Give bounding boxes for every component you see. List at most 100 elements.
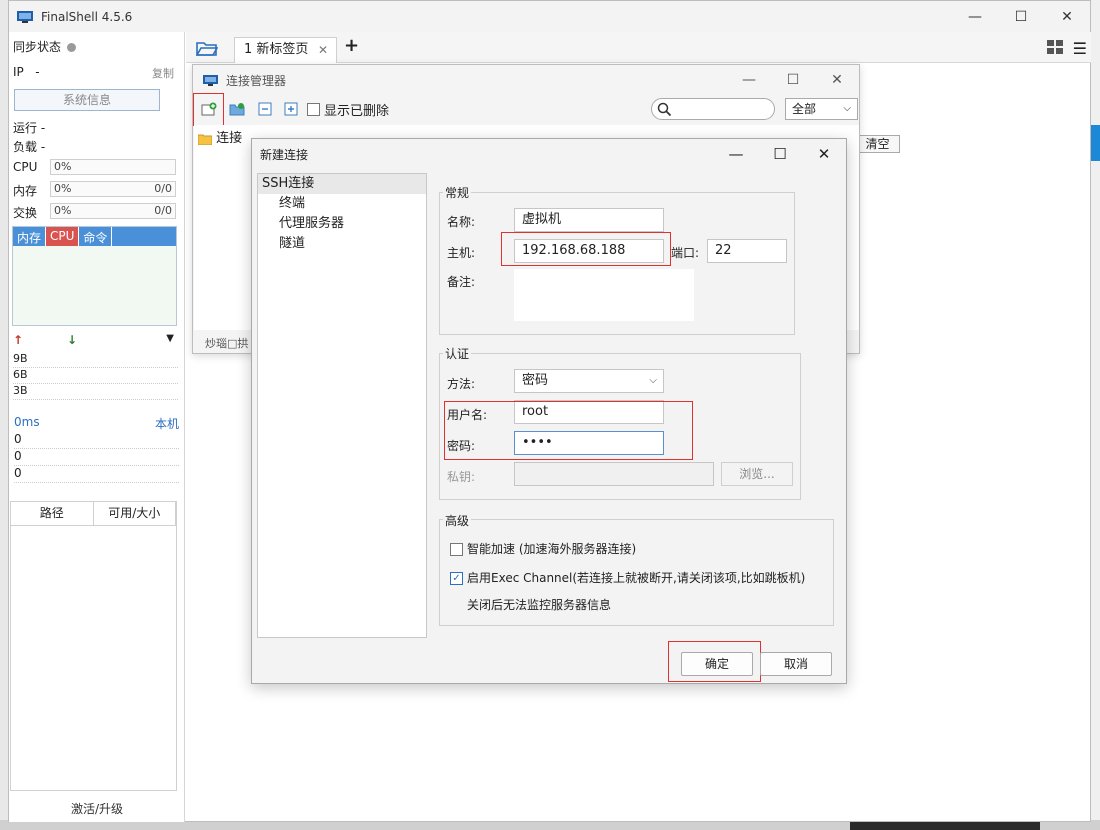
port-input[interactable]: 22: [707, 239, 787, 263]
tree-item-terminal[interactable]: 终端: [258, 194, 426, 214]
net-tick: 3B: [13, 384, 178, 400]
smart-accel-option[interactable]: 智能加速 (加速海外服务器连接): [450, 540, 636, 557]
system-info-button[interactable]: 系统信息: [14, 89, 160, 111]
name-label: 名称:: [447, 215, 476, 229]
nc-minimize-button[interactable]: —: [714, 139, 758, 169]
method-select[interactable]: 密码 ⌵: [514, 369, 664, 393]
connection-filter-select[interactable]: 全部 ⌵: [785, 98, 858, 120]
ping-host[interactable]: 本机: [155, 415, 179, 432]
ping-label: 0ms: [14, 415, 40, 429]
note-textarea[interactable]: [514, 269, 694, 321]
swap-label: 交换: [13, 206, 38, 220]
load-label: 负载 -: [13, 140, 46, 154]
tree-item-ssh[interactable]: SSH连接: [258, 174, 426, 194]
process-table: 内存 CPU 命令: [12, 226, 177, 326]
net-tick: 6B: [13, 368, 178, 384]
connection-search-input[interactable]: [651, 98, 775, 120]
mem-label: 内存: [13, 184, 38, 198]
show-deleted-label: 显示已删除: [324, 103, 390, 119]
method-value: 密码: [522, 373, 549, 388]
filter-value: 全部: [792, 102, 817, 116]
expand-all-icon[interactable]: [283, 102, 299, 116]
run-label: 运行 -: [13, 121, 46, 135]
smart-accel-checkbox[interactable]: [450, 543, 463, 556]
cancel-button[interactable]: 取消: [760, 652, 832, 676]
col-cpu[interactable]: CPU: [46, 227, 80, 246]
app-title: FinalShell 4.5.6: [41, 9, 133, 24]
nc-close-button[interactable]: ✕: [802, 139, 846, 169]
new-folder-icon[interactable]: [229, 102, 245, 116]
swap-size: 0/0: [154, 204, 172, 217]
copy-link[interactable]: 复制: [152, 65, 174, 81]
chevron-down-icon: ⌵: [843, 103, 851, 114]
swap-value: 0%: [54, 204, 72, 217]
exec-channel-option[interactable]: ✓ 启用Exec Channel(若连接上就被断开,请关闭该项,比如跳板机): [450, 569, 805, 586]
tree-root-connections[interactable]: 连接: [197, 127, 242, 146]
net-header: ↑ ↓ ▼: [13, 333, 178, 351]
cm-maximize-button[interactable]: ☐: [771, 65, 815, 95]
connection-manager-status: 炒瑙□拱: [205, 337, 249, 350]
tab-bar: 1 新标签页 ✕ + ☰: [186, 32, 1091, 63]
swap-meter: 0% 0/0: [50, 203, 176, 219]
new-connection-dialog: 新建连接 — ☐ ✕ SSH连接 终端 代理服务器 隧道 常规 名称: 虚拟机 …: [251, 138, 847, 684]
cpu-meter: 0%: [50, 159, 176, 175]
show-deleted-checkbox[interactable]: [307, 102, 320, 116]
add-tab-button[interactable]: +: [344, 35, 359, 56]
ip-label: IP: [13, 65, 24, 79]
highlight-host: [501, 232, 671, 266]
collapse-all-icon[interactable]: [257, 102, 273, 116]
col-mem[interactable]: 内存: [13, 227, 47, 246]
ping-tick: 0: [14, 432, 179, 449]
tab-new[interactable]: 1 新标签页 ✕: [234, 37, 337, 63]
desktop-right-edge: [1090, 0, 1100, 830]
folder-icon: [197, 134, 213, 145]
tree-item-tunnel[interactable]: 隧道: [258, 234, 426, 254]
close-button[interactable]: ✕: [1044, 1, 1090, 32]
hamburger-menu-icon[interactable]: ☰: [1073, 39, 1087, 58]
ip-row: IP -: [13, 65, 40, 79]
open-folder-icon[interactable]: [196, 39, 218, 57]
net-dropdown-icon[interactable]: ▼: [166, 333, 174, 344]
col-command[interactable]: 命令: [79, 227, 113, 246]
cm-minimize-button[interactable]: —: [727, 65, 771, 95]
sync-dot-icon: [67, 43, 77, 52]
checkbox-icon[interactable]: [307, 103, 320, 116]
cpu-label: CPU: [13, 160, 38, 174]
minimize-button[interactable]: —: [952, 1, 998, 32]
ip-value: -: [35, 65, 40, 79]
col-path[interactable]: 路径: [11, 502, 94, 525]
sync-status: 同步状态: [13, 38, 77, 55]
clear-button[interactable]: 清空: [855, 135, 900, 153]
desktop-accent: [1090, 125, 1100, 161]
exec-channel-checkbox[interactable]: ✓: [450, 572, 463, 585]
grid-view-icon[interactable]: [1047, 40, 1063, 54]
name-input[interactable]: 虚拟机: [514, 208, 664, 232]
download-arrow-icon: ↓: [67, 333, 78, 347]
nc-maximize-button[interactable]: ☐: [758, 139, 802, 169]
cpu-value: 0%: [54, 160, 72, 173]
activate-upgrade-link[interactable]: 激活/升级: [9, 800, 185, 817]
general-legend: 常规: [443, 184, 472, 201]
net-tick: 9B: [13, 352, 178, 368]
disk-table: 路径 可用/大小: [10, 501, 177, 791]
col-available-size[interactable]: 可用/大小: [94, 502, 176, 525]
connection-manager-title: 连接管理器: [226, 73, 287, 88]
main-titlebar: FinalShell 4.5.6 — ☐ ✕: [9, 1, 1090, 32]
ping-header: 0ms 本机: [14, 415, 179, 432]
highlight-credentials: [444, 401, 693, 460]
cm-close-button[interactable]: ✕: [815, 65, 859, 95]
tab-close-icon[interactable]: ✕: [318, 38, 328, 62]
mem-size: 0/0: [154, 182, 172, 195]
private-key-label: 私钥:: [447, 470, 476, 484]
exec-channel-note: 关闭后无法监控服务器信息: [467, 598, 612, 612]
tree-item-proxy[interactable]: 代理服务器: [258, 214, 426, 234]
app-icon: [203, 74, 218, 86]
browse-button: 浏览...: [721, 462, 793, 486]
net-graph: 9B 6B 3B: [13, 352, 178, 402]
maximize-button[interactable]: ☐: [998, 1, 1044, 32]
ping-tick: 0: [14, 449, 179, 466]
ping-graph: 0 0 0: [14, 432, 179, 483]
process-table-header: 内存 CPU 命令: [13, 227, 176, 246]
search-icon: [657, 102, 672, 117]
sync-label: 同步状态: [13, 40, 62, 54]
